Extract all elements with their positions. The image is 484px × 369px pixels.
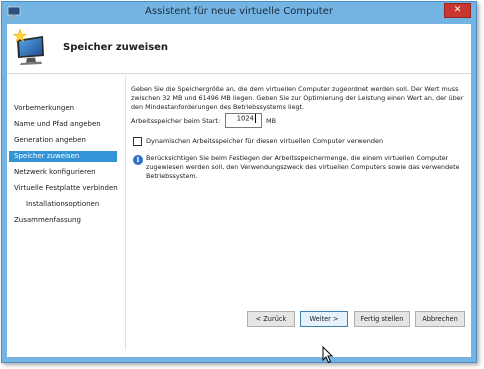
wizard-content: Speicher zuweisen Vorbemerkungen Name un… [7,24,471,357]
memory-unit-label: MB [266,117,277,125]
memory-description: Geben Sie die Speichergröße an, die dem … [131,85,464,111]
startup-memory-label: Arbeitsspeicher beim Start: [131,117,221,125]
info-note: Berücksichtigen Sie beim Festlegen der A… [146,154,460,180]
nav-item-netzwerk[interactable]: Netzwerk konfigurieren [9,167,117,178]
nav-item-name-und-pfad[interactable]: Name und Pfad angeben [9,119,117,130]
sidebar-divider [125,75,126,350]
wizard-window: Assistent für neue virtuelle Computer ✕ [1,1,477,363]
startup-memory-value: 1024 [236,114,254,123]
page-heading: Speicher zuweisen [63,42,169,53]
text-caret [255,114,256,123]
dynamic-memory-checkbox[interactable] [133,137,142,146]
back-button[interactable]: < Zurück [247,311,295,327]
nav-item-installationsoptionen[interactable]: Installationsoptionen [9,199,117,210]
finish-button[interactable]: Fertig stellen [354,311,410,327]
next-button[interactable]: Weiter > [300,311,348,327]
wizard-steps-sidebar: Vorbemerkungen Name und Pfad angeben Gen… [7,75,120,357]
startup-memory-input[interactable]: 1024 [225,113,262,128]
nav-item-festplatte[interactable]: Virtuelle Festplatte verbinden [9,183,118,194]
cancel-button[interactable]: Abbrechen [415,311,465,327]
nav-item-vorbemerkungen[interactable]: Vorbemerkungen [9,103,117,114]
nav-item-speicher-zuweisen[interactable]: Speicher zuweisen [9,151,117,162]
dynamic-memory-label[interactable]: Dynamischen Arbeitsspeicher für diesen v… [146,137,383,145]
wizard-computer-icon [12,28,44,65]
nav-item-zusammenfassung[interactable]: Zusammenfassung [9,215,117,226]
title-bar[interactable]: Assistent für neue virtuelle Computer ✕ [2,2,476,24]
window-title: Assistent für neue virtuelle Computer [145,6,333,17]
info-icon: i [133,155,143,165]
mouse-pointer-icon [322,346,334,364]
close-button[interactable]: ✕ [444,3,471,18]
nav-item-generation[interactable]: Generation angeben [9,135,117,146]
wizard-header: Speicher zuweisen [7,24,471,74]
